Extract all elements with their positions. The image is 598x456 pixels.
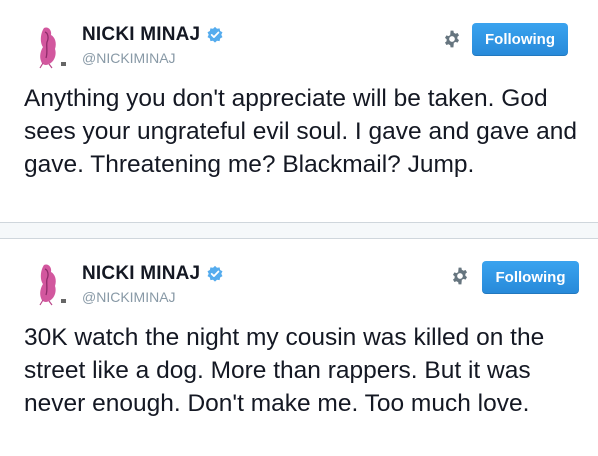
display-name[interactable]: NICKI MINAJ bbox=[82, 24, 200, 46]
avatar[interactable] bbox=[24, 22, 72, 70]
separator-line-top bbox=[0, 222, 598, 223]
tweet-text: Anything you don't appreciate will be ta… bbox=[24, 85, 577, 178]
following-button[interactable]: Following bbox=[482, 261, 579, 294]
following-button[interactable]: Following bbox=[472, 23, 568, 56]
avatar-image bbox=[24, 22, 72, 70]
user-handle[interactable]: @NICKIMINAJ bbox=[82, 50, 176, 66]
avatar[interactable] bbox=[24, 259, 72, 307]
tweet-card: NICKI MINAJ @NICKIMINAJ Following Anythi… bbox=[0, 0, 598, 222]
tweet-card: NICKI MINAJ @NICKIMINAJ Following 30K wa… bbox=[0, 239, 598, 456]
avatar-image bbox=[24, 259, 72, 307]
verified-badge-icon bbox=[207, 265, 223, 282]
verified-badge-icon bbox=[207, 26, 223, 43]
gear-icon[interactable] bbox=[450, 266, 470, 286]
user-handle[interactable]: @NICKIMINAJ bbox=[82, 289, 176, 305]
display-name[interactable]: NICKI MINAJ bbox=[82, 263, 200, 285]
gear-icon[interactable] bbox=[442, 29, 462, 49]
tweet-separator bbox=[0, 222, 598, 239]
tweet-text: 30K watch the night my cousin was killed… bbox=[24, 324, 545, 417]
